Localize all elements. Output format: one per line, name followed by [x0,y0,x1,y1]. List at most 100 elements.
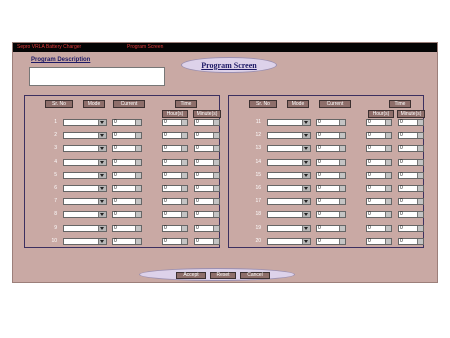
hours-spinner[interactable]: 0 [162,158,188,166]
spinner-arrows-icon[interactable] [385,120,391,125]
hours-spinner[interactable]: 0 [366,237,392,245]
spinner-arrows-icon[interactable] [417,146,423,152]
minutes-spinner[interactable]: 0 [194,185,220,192]
chevron-down-icon[interactable] [302,212,310,218]
current-spinner[interactable]: 0 [112,185,142,192]
spinner-arrows-icon[interactable] [339,238,345,244]
minutes-spinner[interactable]: 0 [398,185,424,192]
mode-dropdown[interactable] [267,224,311,232]
mode-dropdown[interactable] [267,185,311,192]
spinner-arrows-icon[interactable] [181,146,187,152]
spinner-arrows-icon[interactable] [181,186,187,191]
chevron-down-icon[interactable] [302,238,310,244]
hours-spinner[interactable]: 0 [366,158,392,166]
spinner-arrows-icon[interactable] [385,238,391,244]
spinner-arrows-icon[interactable] [339,159,345,165]
minutes-spinner[interactable]: 0 [398,211,424,219]
mode-dropdown[interactable] [63,145,107,153]
spinner-arrows-icon[interactable] [339,212,345,218]
mode-dropdown[interactable] [63,119,107,126]
hours-spinner[interactable]: 0 [162,237,188,245]
minutes-spinner[interactable]: 0 [398,224,424,232]
spinner-arrows-icon[interactable] [135,120,141,125]
reset-button[interactable]: Reset [210,272,236,279]
spinner-arrows-icon[interactable] [385,225,391,231]
minutes-spinner[interactable]: 0 [398,145,424,153]
spinner-arrows-icon[interactable] [181,172,187,178]
spinner-arrows-icon[interactable] [339,199,345,205]
chevron-down-icon[interactable] [98,225,106,231]
mode-dropdown[interactable] [63,211,107,219]
chevron-down-icon[interactable] [98,159,106,165]
chevron-down-icon[interactable] [302,225,310,231]
spinner-arrows-icon[interactable] [417,238,423,244]
hours-spinner[interactable]: 0 [162,132,188,140]
spinner-arrows-icon[interactable] [213,159,219,165]
spinner-arrows-icon[interactable] [135,212,141,218]
current-spinner[interactable]: 0 [112,211,142,219]
minutes-spinner[interactable]: 0 [398,171,424,179]
mode-dropdown[interactable] [63,171,107,179]
spinner-arrows-icon[interactable] [385,146,391,152]
minutes-spinner[interactable]: 0 [194,145,220,153]
spinner-arrows-icon[interactable] [181,238,187,244]
minutes-spinner[interactable]: 0 [398,119,424,126]
spinner-arrows-icon[interactable] [385,199,391,205]
chevron-down-icon[interactable] [302,159,310,165]
spinner-arrows-icon[interactable] [385,172,391,178]
current-spinner[interactable]: 0 [112,171,142,179]
spinner-arrows-icon[interactable] [213,238,219,244]
chevron-down-icon[interactable] [302,172,310,178]
spinner-arrows-icon[interactable] [135,199,141,205]
spinner-arrows-icon[interactable] [417,172,423,178]
current-spinner[interactable]: 0 [316,145,346,153]
mode-dropdown[interactable] [63,198,107,206]
spinner-arrows-icon[interactable] [213,225,219,231]
minutes-spinner[interactable]: 0 [398,237,424,245]
chevron-down-icon[interactable] [98,238,106,244]
spinner-arrows-icon[interactable] [417,199,423,205]
mode-dropdown[interactable] [267,198,311,206]
mode-dropdown[interactable] [267,119,311,126]
current-spinner[interactable]: 0 [112,119,142,126]
hours-spinner[interactable]: 0 [366,185,392,192]
mode-dropdown[interactable] [63,158,107,166]
minutes-spinner[interactable]: 0 [194,119,220,126]
chevron-down-icon[interactable] [302,133,310,139]
minutes-spinner[interactable]: 0 [398,158,424,166]
hours-spinner[interactable]: 0 [366,211,392,219]
current-spinner[interactable]: 0 [316,171,346,179]
current-spinner[interactable]: 0 [316,119,346,126]
spinner-arrows-icon[interactable] [339,133,345,139]
spinner-arrows-icon[interactable] [181,212,187,218]
current-spinner[interactable]: 0 [316,237,346,245]
mode-dropdown[interactable] [63,224,107,232]
spinner-arrows-icon[interactable] [135,238,141,244]
hours-spinner[interactable]: 0 [162,211,188,219]
chevron-down-icon[interactable] [98,199,106,205]
mode-dropdown[interactable] [267,237,311,245]
hours-spinner[interactable]: 0 [366,198,392,206]
spinner-arrows-icon[interactable] [181,133,187,139]
minutes-spinner[interactable]: 0 [194,224,220,232]
spinner-arrows-icon[interactable] [339,186,345,191]
spinner-arrows-icon[interactable] [181,199,187,205]
chevron-down-icon[interactable] [98,172,106,178]
chevron-down-icon[interactable] [98,120,106,125]
hours-spinner[interactable]: 0 [366,119,392,126]
mode-dropdown[interactable] [267,211,311,219]
spinner-arrows-icon[interactable] [385,212,391,218]
spinner-arrows-icon[interactable] [417,212,423,218]
spinner-arrows-icon[interactable] [339,146,345,152]
minutes-spinner[interactable]: 0 [194,158,220,166]
spinner-arrows-icon[interactable] [181,120,187,125]
spinner-arrows-icon[interactable] [417,159,423,165]
spinner-arrows-icon[interactable] [417,186,423,191]
spinner-arrows-icon[interactable] [135,186,141,191]
spinner-arrows-icon[interactable] [135,159,141,165]
chevron-down-icon[interactable] [302,186,310,191]
spinner-arrows-icon[interactable] [213,133,219,139]
hours-spinner[interactable]: 0 [366,224,392,232]
spinner-arrows-icon[interactable] [181,159,187,165]
minutes-spinner[interactable]: 0 [194,171,220,179]
